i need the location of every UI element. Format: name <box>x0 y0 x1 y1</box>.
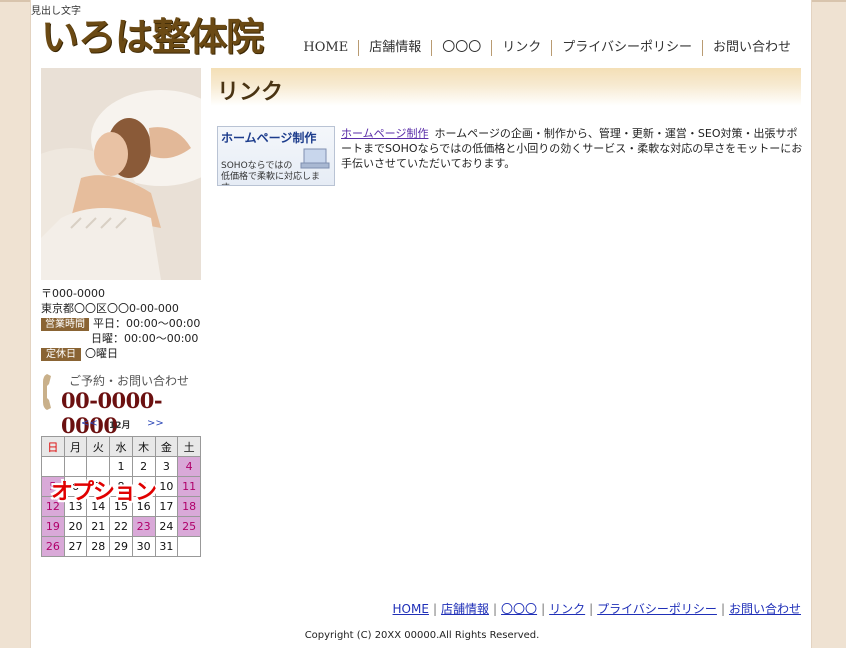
nav-item-placeholder[interactable]: 〇〇〇 <box>431 40 491 56</box>
calendar-month: 12月 <box>109 421 131 431</box>
page-title: リンク <box>217 79 284 105</box>
postal-code: 〒000-0000 <box>41 287 105 300</box>
footer-link-home[interactable]: HOME <box>393 602 429 616</box>
calendar-day: 19 <box>41 516 65 537</box>
closed-row: 定休日 〇曜日 <box>41 346 200 361</box>
footer-link-store-info[interactable]: 店舗情報 <box>441 602 489 616</box>
homepage-production-link[interactable]: ホームページ制作 <box>341 127 428 140</box>
banner-sub-line2: 低価格で柔軟に対応します。 <box>221 172 321 185</box>
page-container: 見出し文字 いろは整体院 HOME 店舗情報 〇〇〇 リンク プライバシーポリシ… <box>30 0 812 648</box>
contact-label: ご予約・お問い合わせ <box>69 374 190 388</box>
calendar-prev-button[interactable]: << <box>81 418 98 429</box>
page-heading-bar: リンク <box>211 68 801 106</box>
nav-item-home[interactable]: HOME <box>293 40 358 56</box>
calendar-header: << 12月 >> <box>41 418 201 432</box>
calendar-weekday: 火 <box>86 436 111 457</box>
footer-separator: | <box>432 602 437 616</box>
calendar-weekday: 月 <box>63 436 88 457</box>
banner-subtitle: SOHOならではの 低価格で柔軟に対応します。 <box>221 161 334 185</box>
footer-separator: | <box>589 602 594 616</box>
calendar-day: 11 <box>177 476 201 497</box>
calendar-next-button[interactable]: >> <box>147 418 164 429</box>
nav-item-links[interactable]: リンク <box>491 40 551 56</box>
footer-separator: | <box>541 602 546 616</box>
contact-phone-block[interactable]: ご予約・お問い合わせ 00-0000-0000 <box>41 370 203 438</box>
closed-badge: 定休日 <box>41 347 81 361</box>
sleeping-woman-photo <box>41 68 201 280</box>
site-logo[interactable]: いろは整体院 <box>41 14 264 60</box>
calendar-day: 29 <box>109 536 133 557</box>
calendar-day: 27 <box>63 536 88 557</box>
calendar-option-overlay: オプション <box>51 480 157 505</box>
homepage-production-banner[interactable]: ホームページ制作 SOHOならではの 低価格で柔軟に対応します。 <box>217 126 335 186</box>
nav-item-contact[interactable]: お問い合わせ <box>701 40 801 56</box>
calendar-day: 22 <box>109 516 133 537</box>
calendar-day: 23 <box>131 516 156 537</box>
footer-separator: | <box>720 602 725 616</box>
hours-badge: 営業時間 <box>41 317 89 331</box>
nav-item-privacy[interactable]: プライバシーポリシー <box>551 40 702 56</box>
calendar-day: 3 <box>154 456 179 477</box>
calendar-weekday: 水 <box>109 436 133 457</box>
hours-sunday: 日曜：00:00～00:00 <box>91 332 199 345</box>
calendar-day: 21 <box>86 516 111 537</box>
hours-row: 営業時間 平日：00:00～00:00 <box>41 316 200 331</box>
calendar-day: 26 <box>41 536 65 557</box>
calendar-day: 25 <box>177 516 201 537</box>
calendar-weekday: 日 <box>41 436 65 457</box>
calendar-weekday-row: 日 月 火 水 木 金 土 <box>41 436 201 457</box>
calendar-day: 24 <box>154 516 179 537</box>
footer-link-links[interactable]: リンク <box>549 602 585 616</box>
footer-nav: HOME | 店舗情報 | 〇〇〇 | リンク | プライバシーポリシー | お問い合わせ <box>393 600 801 617</box>
closed-day: 〇曜日 <box>85 347 118 360</box>
calendar-week-row: 26 27 28 29 30 31 <box>41 536 201 557</box>
footer-separator: | <box>493 602 498 616</box>
calendar-day: 18 <box>177 496 201 517</box>
sleeping-woman-illustration <box>41 68 201 280</box>
calendar-day <box>177 536 201 557</box>
footer-link-contact[interactable]: お問い合わせ <box>729 602 801 616</box>
calendar-day: 20 <box>63 516 88 537</box>
nav-item-store-info[interactable]: 店舗情報 <box>358 40 431 56</box>
address-text: 東京都〇〇区〇〇0-00-000 <box>41 302 179 315</box>
telephone-handset-icon <box>43 374 51 410</box>
banner-sub-line1: SOHOならではの <box>221 161 293 171</box>
calendar-day: 30 <box>131 536 156 557</box>
footer-link-placeholder[interactable]: 〇〇〇 <box>501 602 537 616</box>
hours-weekday: 平日：00:00～00:00 <box>93 317 201 330</box>
calendar-weekday: 木 <box>131 436 156 457</box>
store-address-block: 〒000-0000 東京都〇〇区〇〇0-00-000 営業時間 平日：00:00～… <box>41 286 200 361</box>
global-nav: HOME 店舗情報 〇〇〇 リンク プライバシーポリシー お問い合わせ <box>293 40 801 56</box>
calendar-day: 4 <box>177 456 201 477</box>
calendar-weekday: 土 <box>177 436 201 457</box>
calendar-day: 17 <box>154 496 179 517</box>
footer-link-privacy[interactable]: プライバシーポリシー <box>597 602 717 616</box>
calendar-day: 28 <box>86 536 111 557</box>
calendar-weekday: 金 <box>154 436 179 457</box>
link-entry: ホームページ制作 ホームページの企画・制作から、管理・更新・運営・SEO対策・出張… <box>341 126 803 171</box>
calendar-week-row: 19 20 21 22 23 24 25 <box>41 516 201 537</box>
banner-title: ホームページ制作 <box>221 131 317 145</box>
calendar-day: 10 <box>154 476 179 497</box>
calendar-day: 31 <box>154 536 179 557</box>
copyright-text: Copyright (C) 20XX 00000.All Rights Rese… <box>304 630 540 641</box>
hours-sunday-row: 日曜：00:00～00:00 <box>41 331 200 346</box>
